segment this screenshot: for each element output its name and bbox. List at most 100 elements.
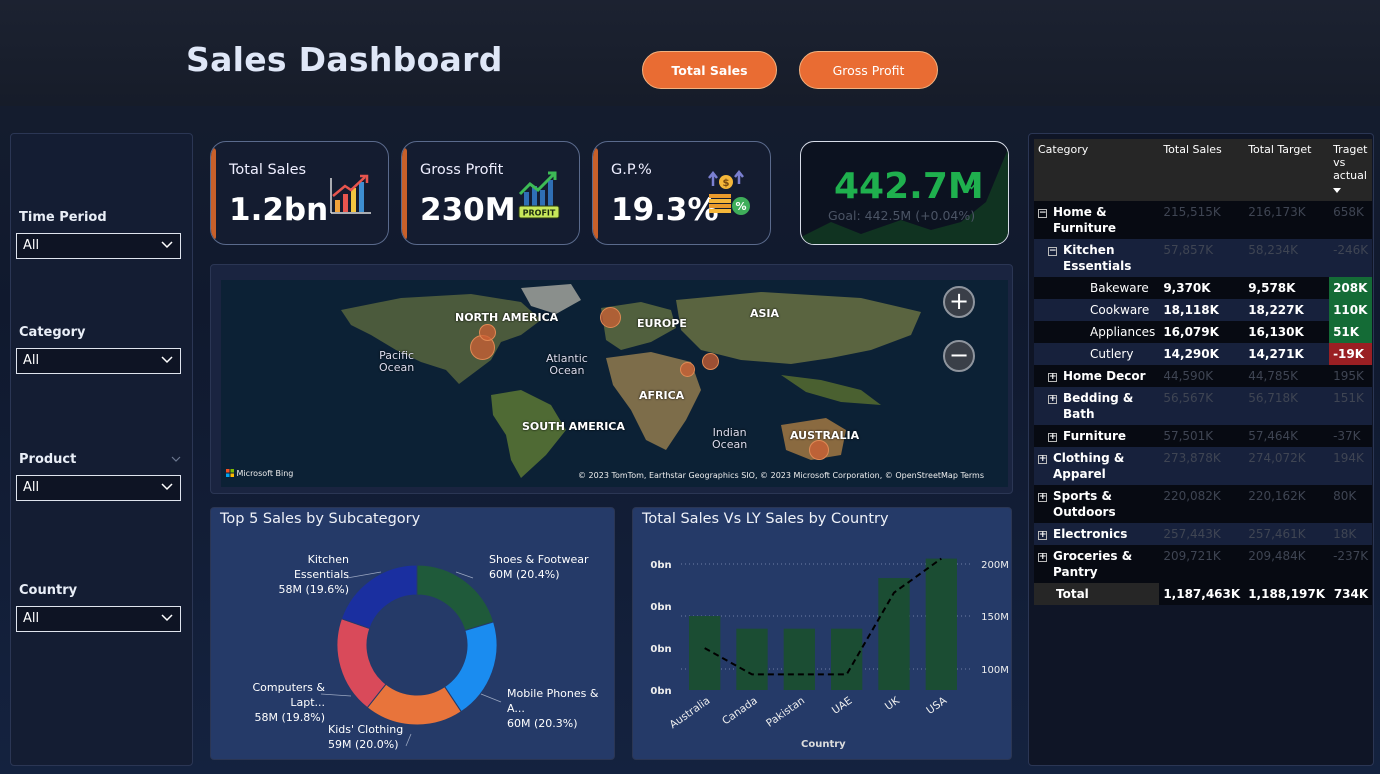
cell-total-target: 9,578K <box>1244 277 1330 299</box>
table-row[interactable]: Appliances 16,079K 16,130K 51K <box>1034 321 1373 343</box>
cell-category: + Clothing & Apparel <box>1034 447 1160 485</box>
label-indian-ocean: Indian Ocean <box>712 426 748 451</box>
table-row[interactable]: Cookware 18,118K 18,227K 110K <box>1034 299 1373 321</box>
cell-total-target: 18,227K <box>1244 299 1330 321</box>
world-map[interactable]: NORTH AMERICA EUROPE ASIA AFRICA SOUTH A… <box>221 280 1008 487</box>
time-period-dropdown[interactable]: All <box>16 233 181 259</box>
kpi-label: Total Sales <box>229 162 307 178</box>
table-row[interactable]: + Home Decor 44,590K 44,785K 195K <box>1034 365 1373 387</box>
expand-icon[interactable]: + <box>1038 553 1047 562</box>
kpi-accent-bar <box>402 148 407 240</box>
table-row[interactable]: + Bedding & Bath 56,567K 56,718K 151K <box>1034 387 1373 425</box>
cell-total-target: 220,162K <box>1244 485 1330 523</box>
x-tick-label: Australia <box>667 695 712 731</box>
cell-target-vs-actual: 18K <box>1329 523 1373 545</box>
collapse-icon[interactable]: − <box>1038 209 1047 218</box>
table-row[interactable]: + Clothing & Apparel 273,878K 274,072K 194K <box>1034 447 1373 485</box>
donut-label-name: Mobile Phones & A... <box>507 687 599 715</box>
expand-icon[interactable]: + <box>1048 433 1057 442</box>
product-dropdown[interactable]: All <box>16 475 181 501</box>
cell-target-vs-actual: -19K <box>1329 343 1373 365</box>
label-pacific-ocean: Pacific Ocean <box>379 349 415 374</box>
matrix-table-panel: Category Total Sales Total Target Traget… <box>1028 133 1374 766</box>
expand-icon[interactable]: + <box>1038 531 1047 540</box>
table-row[interactable]: + Electronics 257,443K 257,461K 18K <box>1034 523 1373 545</box>
category-value: All <box>23 353 40 368</box>
map-bubble-canada[interactable] <box>479 324 496 341</box>
bar-pakistan <box>783 628 815 690</box>
donut-leader-line <box>320 693 352 697</box>
expand-icon[interactable]: + <box>1038 493 1047 502</box>
time-period-value: All <box>23 238 40 253</box>
table-row[interactable]: Bakeware 9,370K 9,578K 208K <box>1034 277 1373 299</box>
map-bubble-uk[interactable] <box>600 307 621 328</box>
cell-target-vs-actual: 658K <box>1329 201 1373 239</box>
chevron-down-icon[interactable] <box>171 454 181 464</box>
donut-label-value: 60M (20.4%) <box>489 568 560 581</box>
table-row[interactable]: Cutlery 14,290K 14,271K -19K <box>1034 343 1373 365</box>
col-category-header[interactable]: Category <box>1034 139 1160 201</box>
table-row[interactable]: + Sports & Outdoors 220,082K 220,162K 80K <box>1034 485 1373 523</box>
profit-chart-icon: PROFIT <box>518 171 560 219</box>
expand-icon[interactable]: + <box>1038 455 1047 464</box>
cell-total-sales: 18,118K <box>1159 299 1245 321</box>
map-bubble-australia[interactable] <box>809 440 829 460</box>
cell-total-target: 56,718K <box>1244 387 1330 425</box>
x-tick-label: UK <box>883 694 903 713</box>
right-axis-tick: 200M <box>981 560 1009 571</box>
kpi-accent-bar <box>211 148 216 240</box>
col-total-target-header[interactable]: Total Target <box>1244 139 1330 201</box>
microsoft-logo-icon <box>226 469 234 477</box>
check-icon <box>967 180 979 190</box>
bar-usa <box>925 558 957 690</box>
category-name: Electronics <box>1053 527 1128 541</box>
bar-australia <box>689 616 721 690</box>
donut-label-value: 60M (20.3%) <box>507 717 578 730</box>
map-credit[interactable]: © 2023 TomTom, Earthstar Geographics SIO… <box>578 471 984 480</box>
cell-total-label: Total <box>1034 583 1160 605</box>
kpi-accent-bar <box>593 148 598 240</box>
kpi-gp-percent-card: G.P.% 19.3% $ % <box>592 141 771 245</box>
category-name: Groceries & Pantry <box>1053 549 1133 579</box>
kpi-gross-profit-card: Gross Profit 230M PROFIT <box>401 141 580 245</box>
right-axis-tick: 150M <box>981 612 1009 623</box>
table-row[interactable]: − Kitchen Essentials 57,857K 58,234K -246K <box>1034 239 1373 277</box>
cell-total-target: 216,173K <box>1244 201 1330 239</box>
category-name: Furniture <box>1063 429 1127 443</box>
category-dropdown[interactable]: All <box>16 348 181 374</box>
col-total-sales-header[interactable]: Total Sales <box>1159 139 1245 201</box>
x-tick-label: UAE <box>830 695 855 717</box>
map-panel: NORTH AMERICA EUROPE ASIA AFRICA SOUTH A… <box>210 264 1013 494</box>
donut-label-name: Kids' Clothing <box>328 723 404 736</box>
cell-target-vs-actual: 80K <box>1329 485 1373 523</box>
cell-target-vs-actual: -37K <box>1329 425 1373 447</box>
table-row[interactable]: − Home & Furniture 215,515K 216,173K 658K <box>1034 201 1373 239</box>
donut-leader-line <box>405 733 412 747</box>
cell-total-target: 274,072K <box>1244 447 1330 485</box>
category-name: Sports & Outdoors <box>1053 489 1116 519</box>
cell-total-sales: 273,878K <box>1159 447 1245 485</box>
expand-icon[interactable]: + <box>1048 373 1057 382</box>
map-bubble-uae[interactable] <box>680 362 695 377</box>
gross-profit-button[interactable]: Gross Profit <box>799 51 938 89</box>
col-target-vs-actual-header[interactable]: Traget vs actual <box>1329 139 1373 201</box>
cell-total-sales: 215,515K <box>1159 201 1245 239</box>
bar-uk <box>878 578 910 690</box>
zoom-in-button[interactable]: + <box>943 286 975 318</box>
category-name: Appliances <box>1090 325 1156 339</box>
expand-icon[interactable]: + <box>1048 395 1057 404</box>
left-axis-tick: 0bn <box>650 644 671 655</box>
map-bubble-pakistan[interactable] <box>702 353 719 370</box>
cell-target-vs-actual: 110K <box>1329 299 1373 321</box>
donut-label-kids: Kids' Clothing 59M (20.0%) <box>328 722 403 752</box>
collapse-icon[interactable]: − <box>1048 247 1057 256</box>
zoom-out-button[interactable]: − <box>943 340 975 372</box>
donut-label-name: Kitchen Essentials <box>293 553 349 581</box>
coins-percent-icon: $ % <box>708 170 750 215</box>
donut-label-value: 59M (20.0%) <box>328 738 399 751</box>
total-sales-button[interactable]: Total Sales <box>642 51 777 89</box>
table-row[interactable]: + Furniture 57,501K 57,464K -37K <box>1034 425 1373 447</box>
country-dropdown[interactable]: All <box>16 606 181 632</box>
goal-kpi-subtitle: Goal: 442.5M (+0.04%) <box>828 208 976 223</box>
table-row[interactable]: + Groceries & Pantry 209,721K 209,484K -237K <box>1034 545 1373 583</box>
